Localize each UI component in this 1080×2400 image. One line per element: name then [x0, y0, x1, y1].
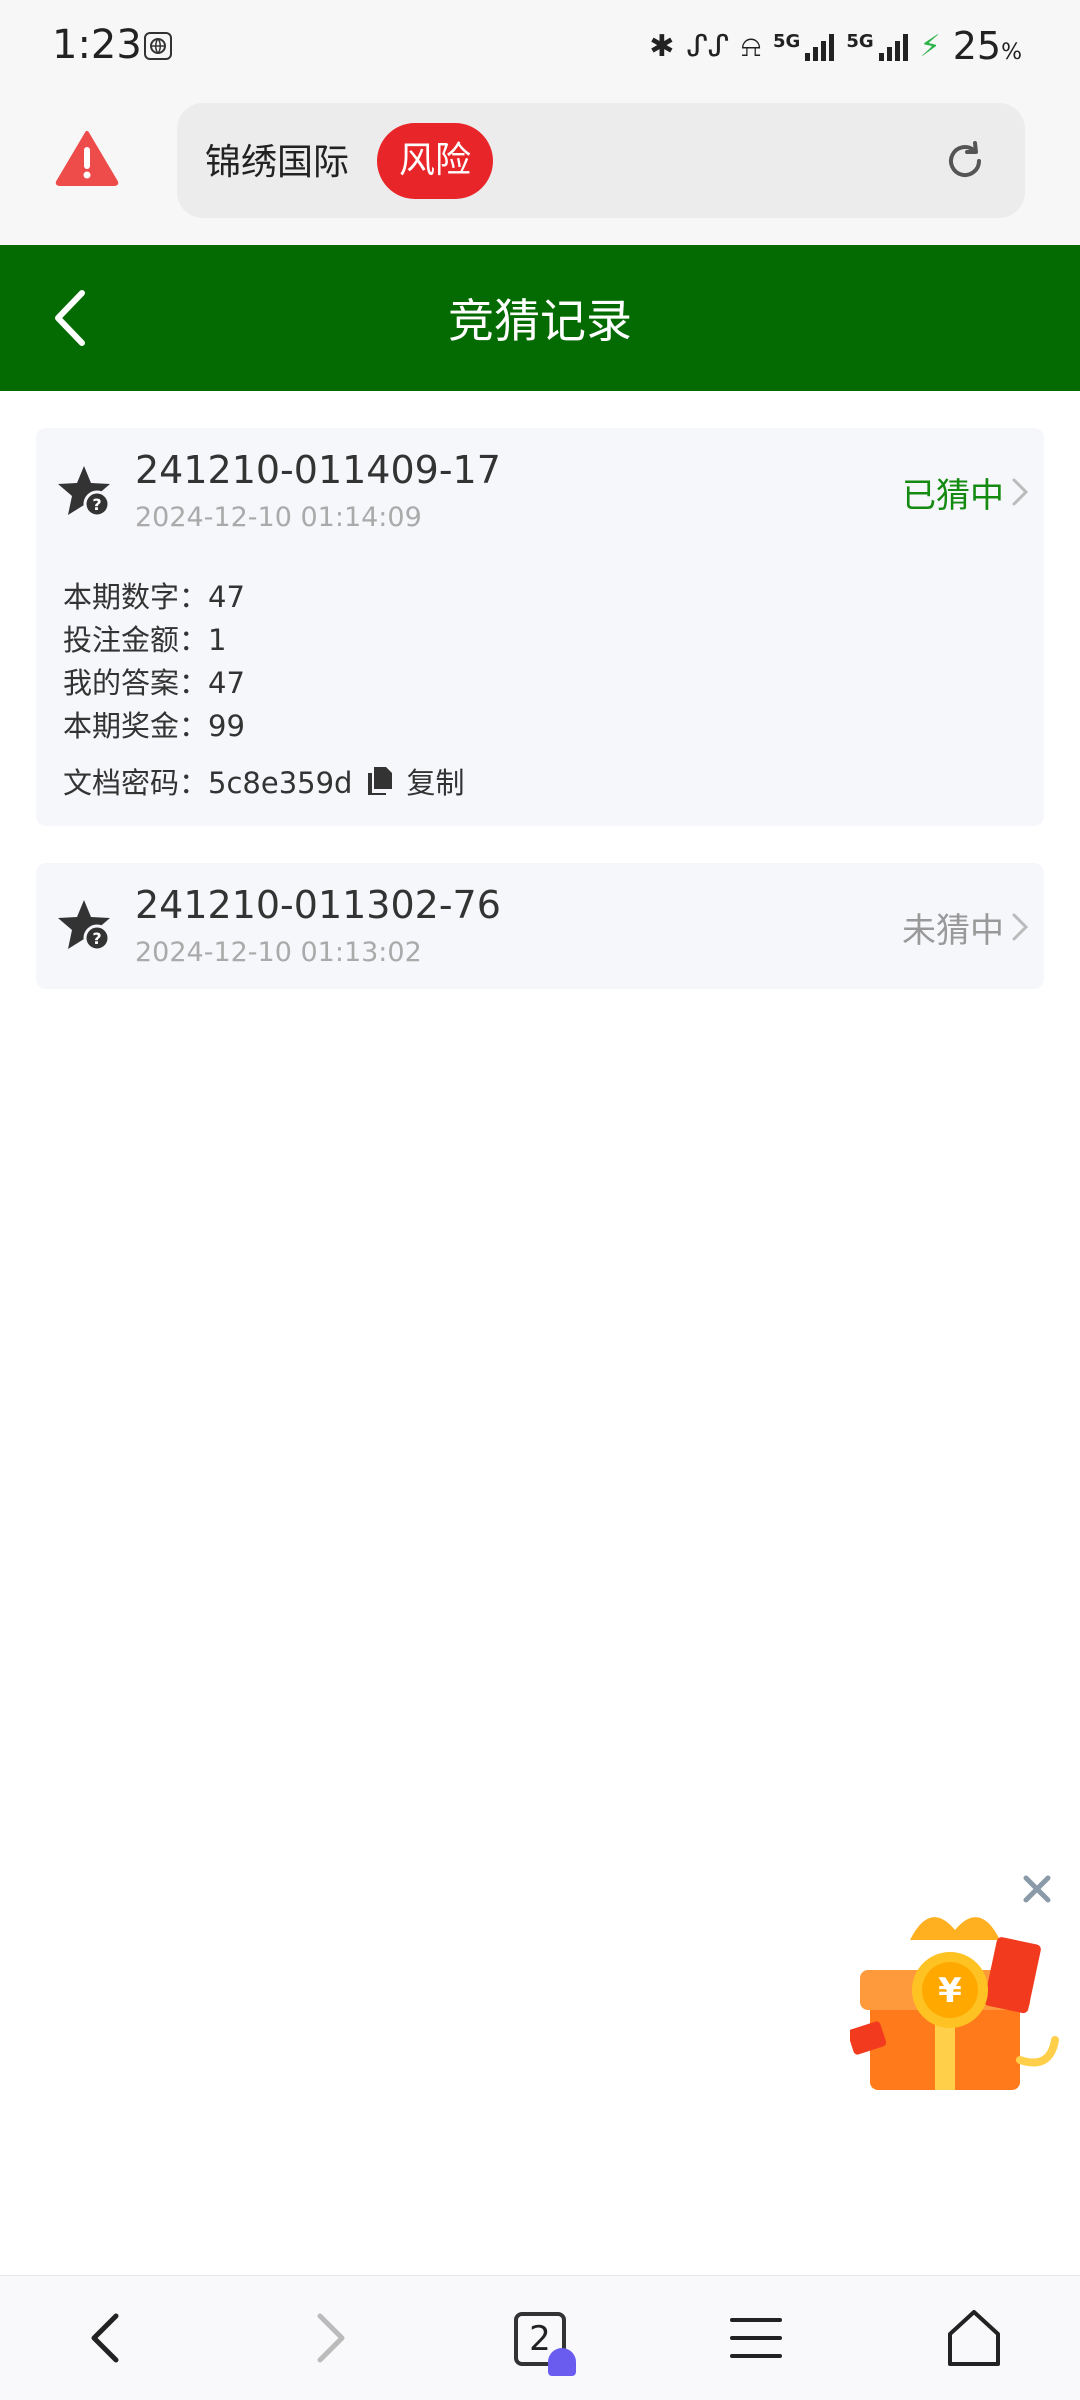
network-type-1: 5G: [773, 31, 801, 52]
record-id: 241210-011409-17: [135, 448, 501, 492]
browser-back-button[interactable]: [76, 2306, 140, 2370]
browser-address-row: 锦绣国际 风险: [0, 95, 1080, 245]
network-type-2: 5G: [846, 31, 874, 52]
battery-unit: %: [1001, 40, 1022, 65]
detail-label: 投注金额：: [63, 623, 209, 657]
site-name: 锦绣国际: [205, 142, 350, 183]
status-bar: 1:23 ✱ ᔑᔑ ⍾ 5G 5G ⚡ 25%: [0, 0, 1080, 95]
page-header: 竞猜记录: [0, 245, 1080, 391]
detail-value: 99: [208, 709, 245, 743]
earbuds-icon: ᔑᔑ: [686, 28, 730, 64]
record-status: 已猜中: [902, 476, 1004, 516]
home-button[interactable]: [942, 2306, 1006, 2370]
hamburger-menu-icon: [730, 2318, 782, 2358]
address-bar[interactable]: 锦绣国际 风险: [177, 103, 1025, 218]
chevron-right-icon: [1008, 909, 1032, 945]
chevron-left-icon: [91, 2313, 119, 2363]
chevron-right-icon: [1008, 474, 1032, 510]
record-time: 2024-12-10 01:14:09: [135, 502, 422, 533]
detail-label: 我的答案：: [63, 666, 209, 700]
copy-icon[interactable]: [366, 765, 394, 797]
signal-icon-1: 5G: [773, 31, 835, 61]
vpn-globe-icon: [144, 32, 172, 60]
charging-icon: ⚡: [919, 28, 941, 64]
star-question-icon: ?: [56, 463, 116, 523]
record-time: 2024-12-10 01:13:02: [135, 937, 422, 968]
record-card[interactable]: ? 241210-011302-76 2024-12-10 01:13:02 未…: [36, 863, 1044, 989]
svg-text:?: ?: [92, 929, 101, 948]
star-question-icon: ?: [56, 897, 116, 957]
detail-value: 1: [208, 623, 227, 657]
record-id: 241210-011302-76: [135, 883, 501, 927]
svg-text:?: ?: [92, 495, 101, 514]
copy-button[interactable]: 复制: [406, 760, 464, 802]
alarm-icon: ⍾: [741, 28, 762, 64]
home-icon: [948, 2310, 1000, 2366]
detail-current-number: 本期数字：47: [63, 574, 245, 616]
chevron-right-icon: [317, 2313, 345, 2363]
warning-icon[interactable]: [55, 130, 119, 186]
record-status: 未猜中: [902, 911, 1004, 951]
detail-value: 47: [208, 666, 245, 700]
status-time: 1:23: [52, 22, 142, 68]
reload-icon[interactable]: [943, 139, 987, 183]
ghost-badge-icon: [548, 2348, 576, 2376]
gift-box-icon[interactable]: ¥: [847, 1900, 1060, 2100]
detail-my-answer: 我的答案：47: [63, 660, 245, 702]
detail-value: 47: [208, 580, 245, 614]
battery-level: 25%: [953, 24, 1022, 68]
doc-password-value: 5c8e359d: [208, 766, 353, 800]
doc-password-label: 文档密码：: [63, 766, 209, 800]
battery-percent: 25: [952, 24, 1002, 68]
risk-badge[interactable]: 风险: [377, 123, 494, 199]
record-card[interactable]: ? 241210-011409-17 2024-12-10 01:14:09 已…: [36, 428, 1044, 826]
page-title: 竞猜记录: [448, 294, 632, 348]
bluetooth-icon: ✱: [649, 28, 675, 64]
status-indicators: ✱ ᔑᔑ ⍾ 5G 5G ⚡ 25%: [649, 24, 1022, 68]
detail-prize: 本期奖金：99: [63, 703, 245, 745]
detail-label: 本期数字：: [63, 580, 209, 614]
detail-bet-amount: 投注金额：1: [63, 617, 226, 659]
browser-forward-button[interactable]: [296, 2306, 360, 2370]
signal-icon-2: 5G: [846, 31, 908, 61]
svg-text:¥: ¥: [938, 1971, 962, 2011]
browser-bottom-bar: 2: [0, 2275, 1080, 2400]
doc-password-row: 文档密码：5c8e359d 复制: [63, 760, 464, 802]
detail-label: 本期奖金：: [63, 709, 209, 743]
menu-button[interactable]: [724, 2306, 788, 2370]
